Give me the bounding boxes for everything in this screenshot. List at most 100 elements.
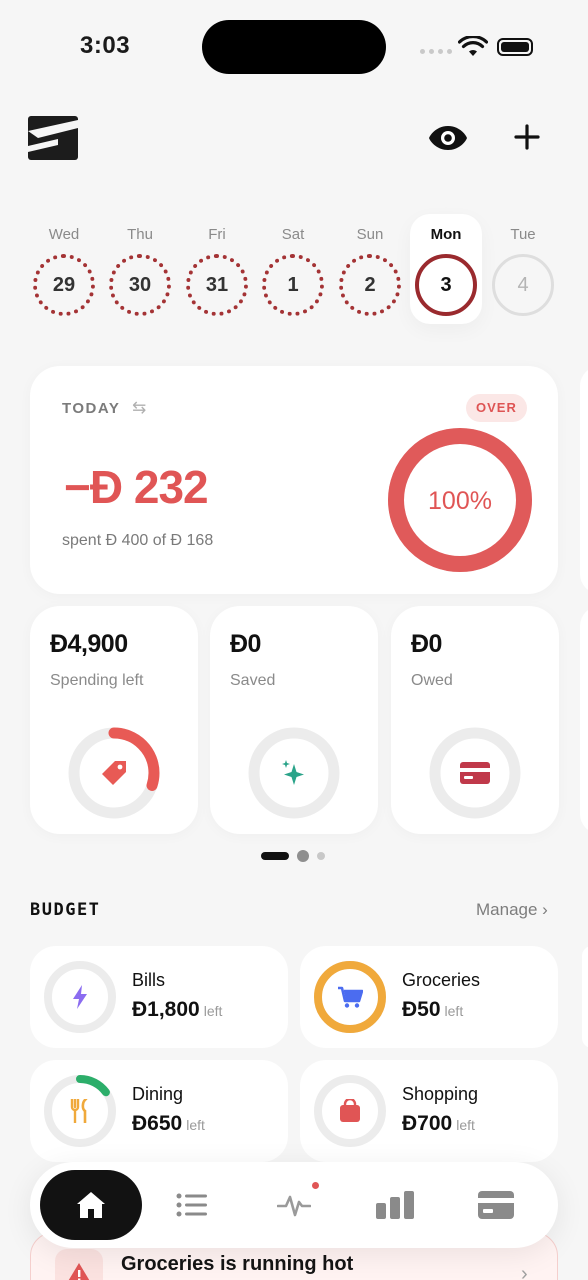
bolt-icon: [42, 959, 118, 1035]
day-name: Sun: [356, 226, 384, 243]
summary-gauge: [247, 726, 341, 820]
day-thu[interactable]: Thu 30: [104, 214, 176, 324]
add-button[interactable]: [506, 116, 548, 158]
day-sat[interactable]: Sat 1: [257, 214, 329, 324]
day-name: Thu: [127, 226, 153, 243]
over-badge: OVER: [466, 394, 527, 422]
fork-knife-icon: [42, 1073, 118, 1149]
left-label: left: [186, 1117, 205, 1133]
budget-amount-left: Đ1,800 left: [132, 998, 222, 1022]
card-icon: [428, 726, 522, 820]
tag-icon: [67, 726, 161, 820]
bottom-nav: [30, 1162, 558, 1248]
day-date: 4: [492, 254, 554, 316]
budget-name: Groceries: [402, 970, 481, 990]
left-label: left: [444, 1003, 464, 1019]
day-mon[interactable]: Mon 3: [410, 214, 482, 324]
summary-amount: Đ0: [411, 630, 442, 658]
nav-stats[interactable]: [365, 1178, 425, 1232]
alert-text: Groceries is running hot: [121, 1253, 354, 1275]
next-card-peek: [580, 606, 588, 834]
day-name: Sat: [281, 226, 305, 243]
day-fri[interactable]: Fri 31: [181, 214, 253, 324]
budget-item-bills[interactable]: Bills Đ1,800 left: [30, 946, 288, 1048]
summary-label: Spending left: [50, 672, 144, 689]
nav-activity[interactable]: [264, 1178, 324, 1232]
budget-gauge: [42, 959, 118, 1035]
visibility-toggle-button[interactable]: [424, 118, 472, 158]
eye-icon: [429, 126, 467, 150]
day-name: Tue: [510, 226, 536, 243]
budget-gauge: [312, 1073, 388, 1149]
day-date: 30: [109, 254, 171, 316]
budget-amount: Đ700: [402, 1112, 453, 1135]
dynamic-island: [202, 20, 386, 74]
plus-icon: [514, 124, 540, 150]
day-sun[interactable]: Sun 2: [334, 214, 406, 324]
spending-left-card[interactable]: Đ4,900 Spending left: [30, 606, 198, 834]
chevron-right-icon: ›: [542, 900, 548, 919]
budget-amount: Đ50: [402, 998, 441, 1021]
today-percent: 100%: [428, 487, 492, 515]
next-card-peek: [580, 366, 588, 594]
budget-item-groceries[interactable]: Groceries Đ50 left: [300, 946, 558, 1048]
swap-icon[interactable]: ⇆: [132, 398, 146, 418]
day-date: 29: [33, 254, 95, 316]
manage-budget-link[interactable]: Manage ›: [476, 900, 548, 920]
day-date: 31: [186, 254, 248, 316]
pager-dot: [297, 850, 309, 862]
budget-item-shopping[interactable]: Shopping Đ700 left: [300, 1060, 558, 1162]
summary-label: Saved: [230, 672, 276, 689]
budget-amount-left: Đ650 left: [132, 1112, 205, 1136]
day-name: Wed: [48, 226, 80, 243]
day-date: 3: [415, 254, 477, 316]
today-amount: −Đ 232: [64, 461, 209, 513]
manage-label: Manage: [476, 900, 538, 919]
owed-card[interactable]: Đ0 Owed: [391, 606, 559, 834]
summary-amount: Đ0: [230, 630, 261, 658]
budget-amount: Đ650: [132, 1112, 183, 1135]
summary-amount: Đ4,900: [50, 630, 128, 658]
nav-home[interactable]: [40, 1170, 142, 1240]
day-tue[interactable]: Tue 4: [487, 214, 559, 324]
summary-gauge: [428, 726, 522, 820]
list-icon: [176, 1193, 207, 1217]
cart-icon: [312, 959, 388, 1035]
next-card-peek: [582, 946, 588, 1048]
pager-dot: [317, 852, 325, 860]
nav-cards[interactable]: [466, 1178, 526, 1232]
card-icon: [478, 1191, 514, 1219]
bar-chart-icon: [376, 1191, 414, 1219]
budget-amount-left: Đ700 left: [402, 1112, 475, 1136]
saved-card[interactable]: Đ0 Saved: [210, 606, 378, 834]
sparkle-icon: [247, 726, 341, 820]
left-label: left: [456, 1117, 475, 1133]
status-time: 3:03: [80, 32, 131, 59]
today-card[interactable]: TODAY ⇆ OVER −Đ 232 spent Đ 400 of Đ 168…: [30, 366, 558, 594]
budget-gauge: [42, 1073, 118, 1149]
budget-title: BUDGET: [30, 900, 101, 920]
warning-icon: [55, 1249, 103, 1280]
previous-day-peek: 8: [0, 262, 4, 312]
pulse-icon: [277, 1195, 311, 1217]
day-date: 2: [339, 254, 401, 316]
day-wed[interactable]: Wed 29: [28, 214, 100, 324]
summary-label: Owed: [411, 672, 453, 689]
budget-item-dining[interactable]: Dining Đ650 left: [30, 1060, 288, 1162]
budget-name: Dining: [132, 1084, 184, 1104]
today-progress-ring: 100%: [388, 428, 532, 572]
day-name: Mon: [430, 226, 462, 243]
day-name: Fri: [208, 226, 226, 243]
budget-amount: Đ1,800: [132, 998, 200, 1021]
app-logo[interactable]: [28, 116, 78, 160]
pager-active: [261, 852, 289, 860]
day-date: 1: [262, 254, 324, 316]
summary-gauge: [67, 726, 161, 820]
signal-icon: [420, 49, 452, 54]
wifi-icon: [457, 35, 489, 63]
page-indicator[interactable]: [261, 850, 325, 862]
nav-transactions[interactable]: [162, 1178, 222, 1232]
budget-name: Shopping: [402, 1084, 479, 1104]
today-label: TODAY: [62, 400, 121, 417]
chevron-right-icon: ›: [521, 1263, 528, 1280]
